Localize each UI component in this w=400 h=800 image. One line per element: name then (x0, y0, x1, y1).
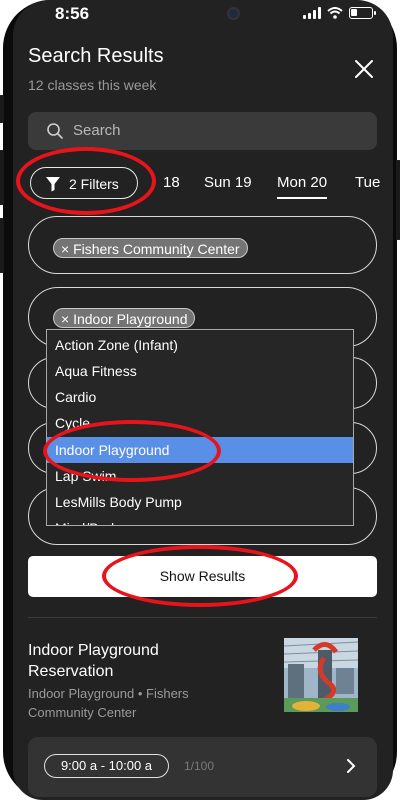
dropdown-option[interactable]: Aqua Fitness (47, 358, 353, 384)
location-filter-chip[interactable]: × Fishers Community Center (53, 238, 248, 258)
search-placeholder: Search (73, 122, 121, 139)
filter-icon (46, 177, 60, 192)
class-filter-chip[interactable]: × Indoor Playground (53, 308, 196, 328)
search-icon (47, 123, 63, 139)
battery-icon (349, 7, 376, 19)
playground-photo (284, 638, 358, 712)
show-results-button[interactable]: Show Results (28, 556, 377, 597)
time-slot-button[interactable]: 9:00 a - 10:00 a (44, 754, 169, 778)
dropdown-option[interactable]: Mind/Body (47, 515, 353, 525)
dropdown-option[interactable]: LesMills Body Pump (47, 489, 353, 515)
class-location: Indoor Playground • Fishers Community Ce… (28, 686, 189, 720)
status-bar: 8:56 (13, 0, 393, 30)
date-tab[interactable]: Tue (355, 174, 380, 191)
wifi-icon (327, 7, 343, 19)
dropdown-option-selected[interactable]: Indoor Playground (47, 437, 353, 463)
dropdown-option[interactable]: Action Zone (Infant) (47, 332, 353, 358)
date-tab[interactable]: 18 (163, 174, 180, 191)
filters-button-label: 2 Filters (69, 176, 119, 192)
page-title: Search Results (28, 45, 164, 67)
side-button (0, 218, 4, 273)
app-screen: 8:56 Search Results 12 classes this week (13, 0, 393, 800)
dropdown-option[interactable]: Lap Swim (47, 463, 353, 489)
chevron-right-icon[interactable] (346, 759, 356, 773)
search-input[interactable]: Search (28, 112, 377, 150)
close-icon[interactable] (352, 57, 376, 81)
phone-frame: 8:56 Search Results 12 classes this week (0, 0, 400, 800)
capacity-label: 1/100 (184, 759, 215, 773)
page-subtitle: 12 classes this week (28, 77, 157, 93)
camera-icon (227, 7, 240, 20)
location-filter-field[interactable]: × Fishers Community Center (28, 216, 377, 274)
class-dropdown[interactable]: Action Zone (Infant) Aqua Fitness Cardio… (46, 329, 354, 526)
divider (28, 617, 377, 618)
dropdown-option[interactable]: Cardio (47, 384, 353, 410)
class-thumbnail[interactable] (284, 638, 358, 712)
side-button (0, 150, 4, 205)
signal-icon (303, 7, 321, 19)
side-button (396, 160, 400, 240)
class-title[interactable]: Indoor Playground Reservation (28, 640, 238, 682)
date-tab-active[interactable]: Mon 20 (277, 174, 328, 199)
time-slot-card[interactable]: 9:00 a - 10:00 a 1/100 (28, 737, 377, 797)
dropdown-option[interactable]: Cycle (47, 410, 353, 436)
date-tab[interactable]: Sun 19 (204, 174, 252, 191)
status-icons (303, 7, 376, 19)
side-button (0, 95, 4, 123)
filters-button[interactable]: 2 Filters (30, 167, 138, 199)
status-time: 8:56 (55, 4, 90, 23)
